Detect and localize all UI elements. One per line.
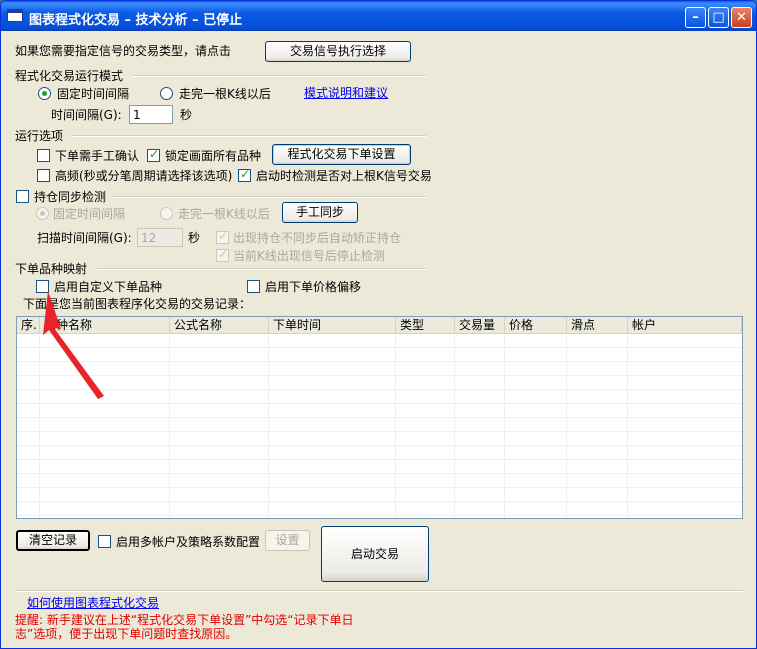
main-window: 图表程式化交易 – 技术分析 – 已停止 – □ ✕ 如果您需要指定信号的交易类… bbox=[0, 0, 757, 649]
annotation-arrow-icon bbox=[43, 291, 104, 399]
